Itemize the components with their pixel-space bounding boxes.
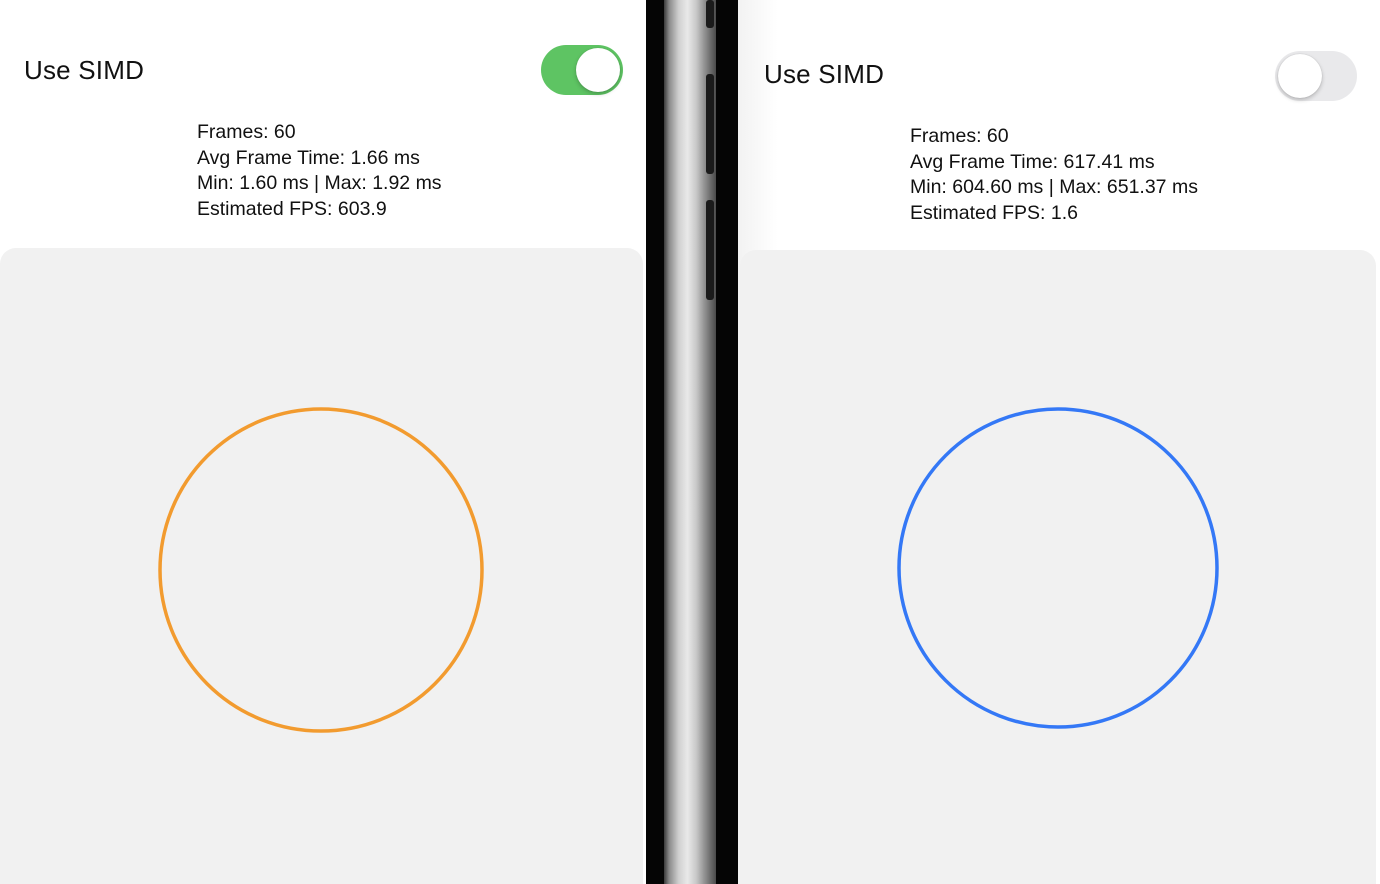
device-side-button (706, 200, 714, 300)
canvas-drawing (158, 407, 484, 733)
stats-panel: Frames: 60 Avg Frame Time: 1.66 ms Min: … (197, 120, 442, 223)
canvas-drawing (897, 407, 1219, 729)
use-simd-label: Use SIMD (24, 55, 145, 85)
estimated-fps-text: Estimated FPS: 1.6 (910, 202, 1078, 225)
device-side-button (706, 0, 714, 28)
rendered-circle (897, 407, 1219, 729)
switch-knob (1278, 54, 1322, 98)
frames-text: Frames: 60 (910, 125, 1009, 147)
frames-text: Frames: 60 (197, 121, 296, 143)
stats-panel: Frames: 60 Avg Frame Time: 617.41 ms Min… (910, 124, 1198, 227)
right-screen: Use SIMD Frames: 60 Avg Frame Time: 617.… (738, 0, 1380, 884)
device-side-button (706, 74, 714, 174)
avg-frame-time-text: Avg Frame Time: 1.66 ms (197, 146, 420, 169)
use-simd-switch[interactable] (1275, 51, 1357, 101)
left-screen: Use SIMD Frames: 60 Avg Frame Time: 1.66… (0, 0, 646, 884)
rendered-circle (158, 407, 484, 733)
use-simd-switch[interactable] (541, 45, 623, 95)
switch-knob (576, 48, 620, 92)
estimated-fps-text: Estimated FPS: 603.9 (197, 198, 387, 221)
min-max-text: Min: 1.60 ms | Max: 1.92 ms (197, 172, 442, 195)
use-simd-label: Use SIMD (764, 59, 885, 89)
min-max-text: Min: 604.60 ms | Max: 651.37 ms (910, 176, 1198, 199)
avg-frame-time-text: Avg Frame Time: 617.41 ms (910, 150, 1155, 173)
device-bezel (646, 0, 738, 884)
render-canvas (740, 250, 1376, 884)
render-canvas (0, 248, 643, 884)
